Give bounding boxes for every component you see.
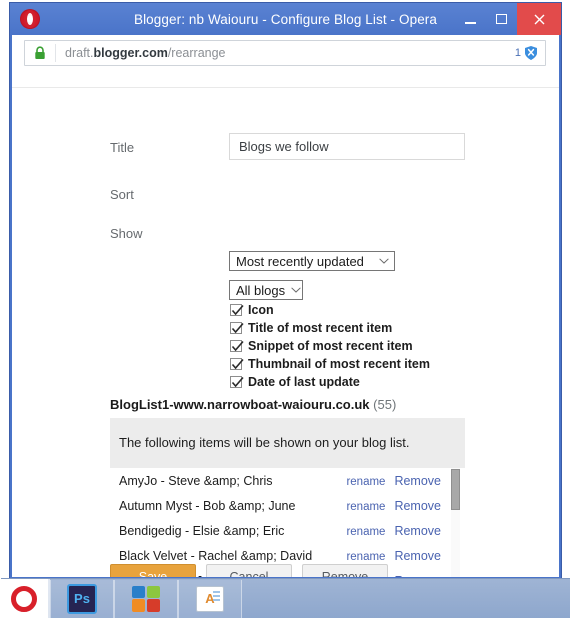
- remove-link[interactable]: Remove: [394, 549, 441, 563]
- checkbox-label: Icon: [248, 303, 274, 318]
- checkbox-label: Thumbnail of most recent item: [248, 357, 430, 372]
- display-options-checkbox-group: Icon Title of most recent item Snippet o…: [230, 302, 430, 392]
- checkmark-icon: [231, 377, 244, 388]
- blog-list-container: AmyJo - Steve &amp; Chris rename Remove …: [110, 468, 465, 577]
- chevron-down-icon: [379, 258, 389, 264]
- checkbox-row[interactable]: Icon: [230, 302, 430, 319]
- window-controls: [455, 3, 561, 35]
- show-select-value: All blogs: [236, 282, 286, 298]
- blog-list-name: BlogList1-www.narrowboat-waiouru.co.uk: [110, 397, 370, 412]
- checkmark-icon: [231, 341, 244, 352]
- checkmark-icon: [231, 305, 244, 316]
- chevron-down-icon: [291, 287, 301, 293]
- title-field-label: Title: [110, 140, 135, 155]
- list-item-actions: rename Remove: [346, 524, 465, 538]
- cancel-button[interactable]: Cancel: [206, 564, 292, 577]
- checkbox-icon[interactable]: [230, 376, 244, 389]
- blog-list-items: AmyJo - Steve &amp; Chris rename Remove …: [110, 468, 465, 577]
- checkbox-row[interactable]: Date of last update: [230, 374, 430, 391]
- remove-link[interactable]: Remove: [394, 499, 441, 513]
- list-item-actions: rename Remove: [346, 499, 465, 513]
- remove-button[interactable]: Remove: [302, 564, 388, 577]
- list-item[interactable]: Bendigedig - Elsie &amp; Eric rename Rem…: [110, 518, 465, 543]
- document-icon: A: [196, 585, 224, 612]
- blog-list-panel: The following items will be shown on you…: [110, 418, 465, 577]
- rename-link[interactable]: rename: [346, 526, 385, 538]
- page-divider: [12, 87, 559, 88]
- url-domain: blogger.com: [93, 46, 168, 60]
- checkmark-icon: [231, 323, 244, 334]
- checkbox-icon[interactable]: [230, 322, 244, 335]
- remove-link[interactable]: Remove: [394, 474, 441, 488]
- opera-logo-icon: [20, 9, 40, 29]
- blocked-count: 1: [514, 47, 521, 59]
- close-icon: [534, 14, 544, 24]
- checkbox-label: Snippet of most recent item: [248, 339, 413, 354]
- checkbox-icon[interactable]: [230, 340, 244, 353]
- opera-taskbar-icon: [11, 585, 37, 612]
- taskbar-opera-button[interactable]: [0, 578, 48, 619]
- browser-window: Blogger: nb Waiouru - Configure Blog Lis…: [9, 2, 562, 579]
- sort-select-value: Most recently updated: [236, 253, 364, 269]
- list-item[interactable]: AmyJo - Steve &amp; Chris rename Remove: [110, 468, 465, 493]
- list-item[interactable]: Autumn Myst - Bob &amp; June rename Remo…: [110, 493, 465, 518]
- list-item-label: AmyJo - Steve &amp; Chris: [119, 473, 273, 488]
- show-select[interactable]: All blogs: [229, 280, 303, 300]
- maximize-button[interactable]: [486, 3, 517, 35]
- checkbox-icon[interactable]: [230, 358, 244, 371]
- checkbox-row[interactable]: Snippet of most recent item: [230, 338, 430, 355]
- title-input[interactable]: [229, 133, 465, 160]
- taskbar-item-app-suite[interactable]: [114, 579, 178, 618]
- padlock-icon: [25, 44, 56, 62]
- list-item-actions: rename Remove: [346, 474, 465, 488]
- scrollbar-thumb[interactable]: [451, 469, 460, 510]
- blog-list-note: The following items will be shown on you…: [119, 435, 410, 450]
- address-bar[interactable]: draft.blogger.com/rearrange 1: [24, 40, 546, 66]
- checkbox-label: Title of most recent item: [248, 321, 393, 336]
- screenshot-root: Blogger: nb Waiouru - Configure Blog Lis…: [0, 0, 571, 626]
- checkmark-icon: [231, 359, 244, 370]
- blog-list-heading: BlogList1-www.narrowboat-waiouru.co.uk (…: [110, 397, 396, 412]
- url-path: /rearrange: [167, 46, 226, 60]
- remove-link[interactable]: Remove: [394, 574, 441, 578]
- url-prefix: draft.: [65, 46, 94, 60]
- url-text[interactable]: draft.blogger.com/rearrange: [56, 46, 515, 60]
- minimize-button[interactable]: [455, 3, 486, 35]
- rename-link[interactable]: rename: [346, 476, 385, 488]
- taskbar: Ps A: [0, 578, 571, 619]
- close-button[interactable]: [517, 3, 561, 35]
- checkbox-icon[interactable]: [230, 304, 244, 317]
- show-field-label: Show: [110, 226, 143, 241]
- remove-link[interactable]: Remove: [394, 524, 441, 538]
- shield-block-icon: [525, 46, 537, 60]
- photoshop-icon: Ps: [67, 583, 97, 614]
- list-item-actions: rename Remove: [346, 549, 465, 563]
- ad-blocker-badge[interactable]: 1: [515, 45, 545, 61]
- desktop-bottom-edge: [0, 618, 571, 626]
- page-viewport: Title Sort Most recently updated Show Al…: [12, 70, 559, 577]
- checkbox-row[interactable]: Thumbnail of most recent item: [230, 356, 430, 373]
- checkbox-label: Date of last update: [248, 375, 360, 390]
- taskbar-item-photoshop[interactable]: Ps: [50, 579, 114, 618]
- save-button[interactable]: Save: [110, 564, 196, 577]
- list-item-label: Bendigedig - Elsie &amp; Eric: [119, 523, 285, 538]
- list-scrollbar[interactable]: [451, 468, 460, 577]
- address-bar-strip: draft.blogger.com/rearrange 1: [12, 35, 559, 70]
- app-suite-icon: [132, 585, 160, 612]
- list-item-label: Black Velvet - Rachel &amp; David: [119, 548, 313, 563]
- sort-field-label: Sort: [110, 187, 134, 202]
- form-action-buttons: Save Cancel Remove: [110, 564, 388, 577]
- checkbox-row[interactable]: Title of most recent item: [230, 320, 430, 337]
- list-item-label: Autumn Myst - Bob &amp; June: [119, 498, 296, 513]
- sort-select[interactable]: Most recently updated: [229, 251, 395, 271]
- rename-link[interactable]: rename: [346, 501, 385, 513]
- title-bar: Blogger: nb Waiouru - Configure Blog Lis…: [10, 3, 561, 35]
- rename-link[interactable]: rename: [346, 551, 385, 563]
- blog-list-count: (55): [373, 397, 397, 412]
- taskbar-item-document[interactable]: A: [178, 579, 242, 618]
